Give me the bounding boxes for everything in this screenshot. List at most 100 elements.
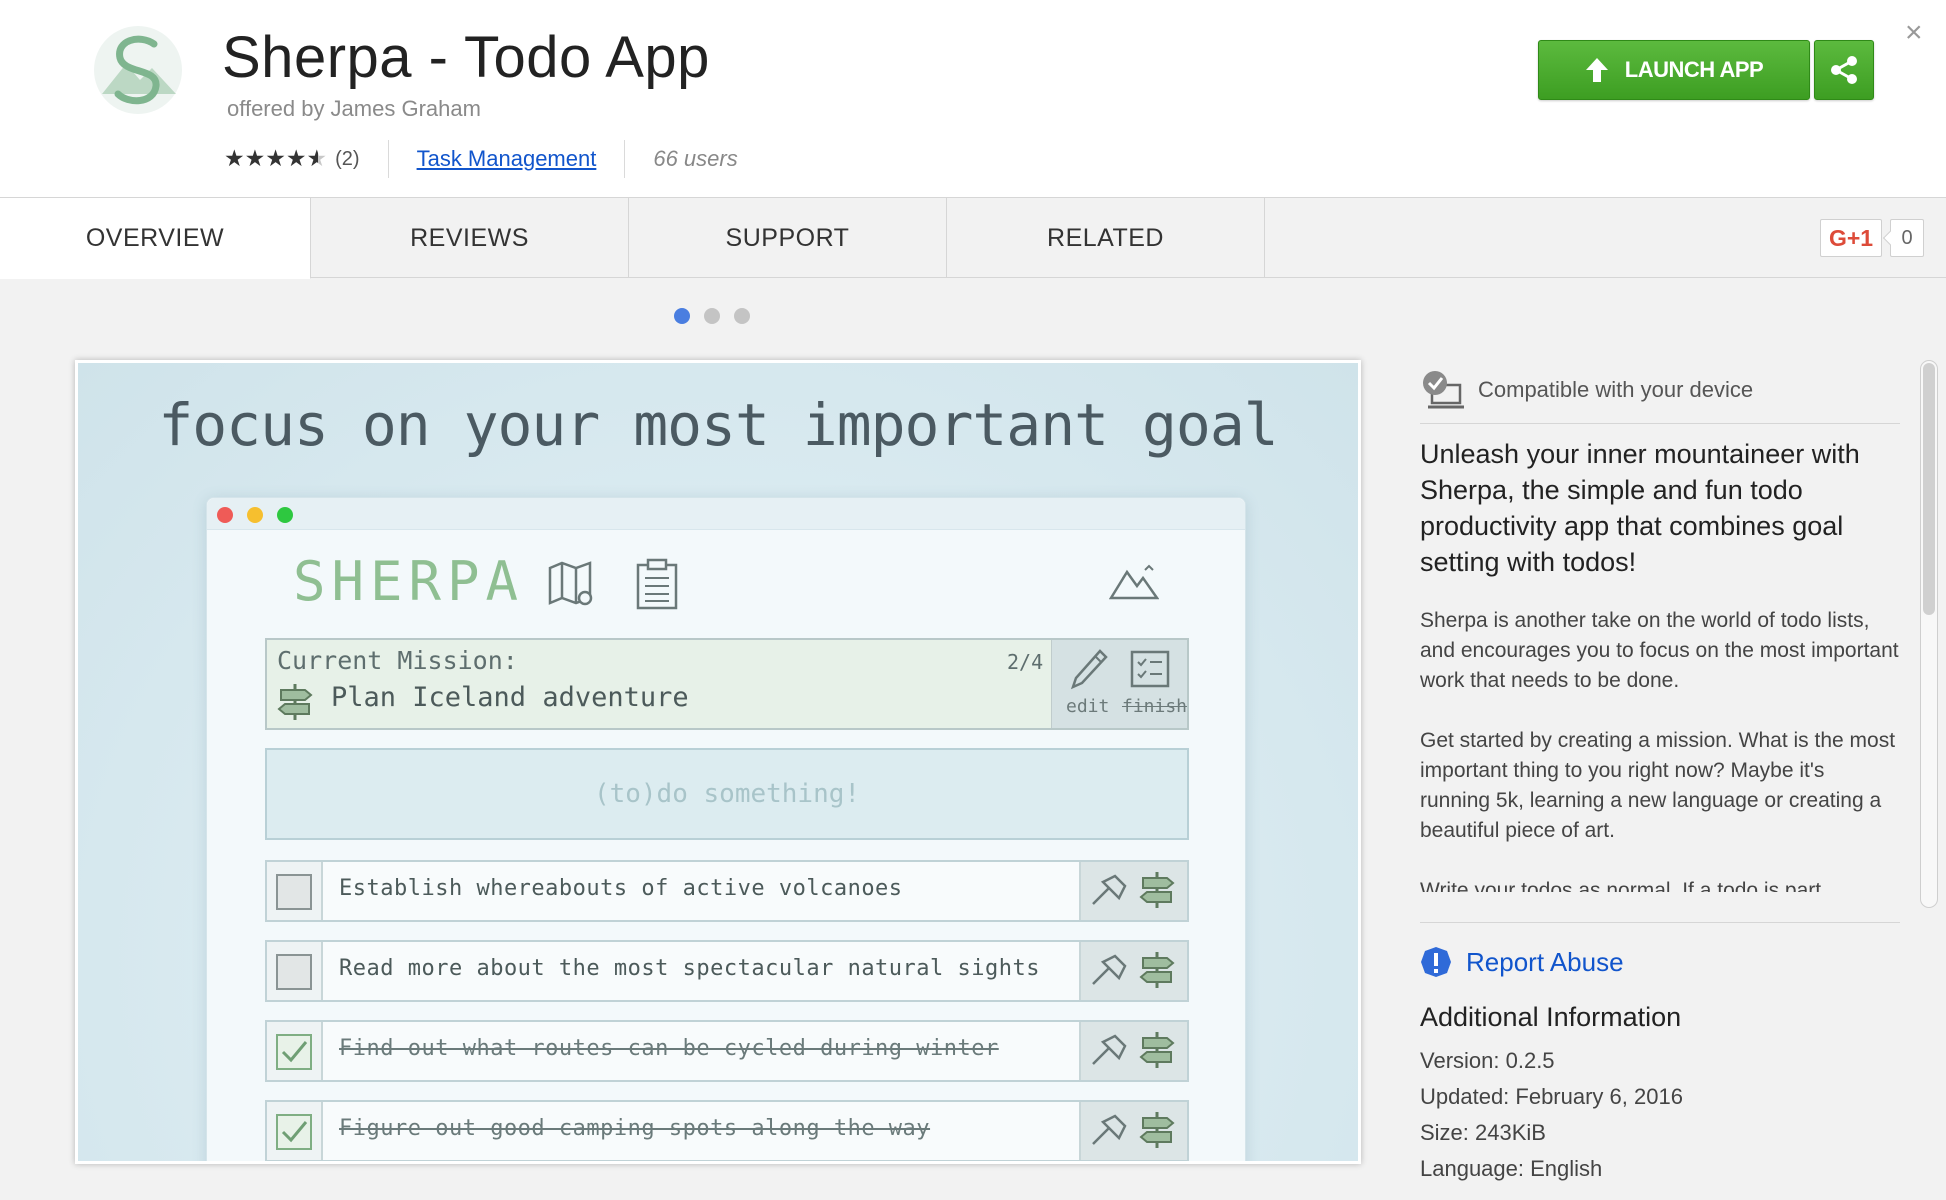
todo-actions	[1079, 1102, 1187, 1160]
todo-row[interactable]: Find out what routes can be cycled durin…	[265, 1020, 1189, 1082]
device-check-icon	[1423, 370, 1464, 408]
star-icon: ★	[265, 145, 286, 172]
todo-actions	[1079, 1022, 1187, 1080]
hammer-icon[interactable]	[1089, 1114, 1127, 1148]
app-logo-icon	[94, 26, 182, 114]
share-icon	[1831, 56, 1857, 84]
tab-reviews[interactable]: REVIEWS	[311, 198, 629, 278]
todo-checkbox-cell	[267, 942, 323, 1000]
tab-support[interactable]: SUPPORT	[629, 198, 947, 278]
user-count: 66 users	[653, 146, 738, 171]
description-paragraph: Get started by creating a mission. What …	[1420, 729, 1896, 842]
todo-text: Establish whereabouts of active volcanoe…	[339, 876, 903, 901]
close-icon[interactable]: ×	[1905, 18, 1923, 48]
carousel-dot-2[interactable]	[704, 308, 720, 324]
version-info: Version: 0.2.5	[1420, 1048, 1555, 1073]
todo-text: Find out what routes can be cycled durin…	[339, 1036, 999, 1061]
check-icon	[281, 1041, 308, 1063]
hammer-icon[interactable]	[1089, 954, 1127, 988]
edit-label[interactable]: edit	[1066, 696, 1109, 717]
carousel-dot-3[interactable]	[734, 308, 750, 324]
sidebar-scrollbar[interactable]	[1920, 360, 1938, 908]
launch-app-label: LAUNCH APP	[1624, 57, 1764, 82]
todo-row[interactable]: Figure out good camping spots along the …	[265, 1100, 1189, 1161]
signpost-icon	[277, 684, 313, 720]
tab-overview[interactable]: OVERVIEW	[0, 198, 311, 279]
todo-actions	[1079, 862, 1187, 920]
mission-actions: edit finish	[1051, 640, 1187, 728]
hammer-icon[interactable]	[1089, 874, 1127, 908]
gplus-widget: G+1 0	[1820, 219, 1924, 257]
alert-icon	[1421, 947, 1451, 977]
mission-label: Current Mission:	[277, 646, 518, 675]
share-button[interactable]	[1814, 40, 1874, 100]
rating-count: (2)	[335, 147, 360, 170]
item-header: Sherpa - Todo App offered by James Graha…	[0, 0, 1946, 198]
divider	[1420, 922, 1900, 923]
todo-actions	[1079, 942, 1187, 1000]
size-info: Size: 243KiB	[1420, 1120, 1546, 1145]
todo-checkbox-checked[interactable]	[276, 1114, 312, 1150]
offered-by: offered by James Graham	[227, 96, 481, 121]
category-link[interactable]: Task Management	[417, 146, 597, 172]
star-icon: ★	[244, 145, 266, 172]
divider	[387, 140, 389, 178]
todo-text: Read more about the most spectacular nat…	[339, 956, 1041, 981]
rating-stars[interactable]: ★ ★ ★ ★ ★ (2)	[224, 145, 360, 172]
compatibility-text: Compatible with your device	[1478, 376, 1754, 402]
star-icon: ★	[224, 145, 245, 172]
signpost-icon[interactable]	[1139, 1110, 1175, 1150]
todo-checkbox-checked[interactable]	[276, 1034, 312, 1070]
gplus-button[interactable]: G+1	[1820, 219, 1882, 257]
map-icon	[548, 561, 593, 606]
signpost-icon[interactable]	[1139, 950, 1175, 990]
window-maximize-dot	[277, 507, 293, 523]
todo-row[interactable]: Establish whereabouts of active volcanoe…	[265, 860, 1189, 922]
star-half-icon: ★	[306, 145, 328, 172]
language-info: Language: English	[1420, 1156, 1603, 1181]
pencil-icon[interactable]	[1070, 648, 1108, 690]
checklist-icon[interactable]	[1130, 650, 1170, 688]
mission-progress: 2/4	[1007, 650, 1044, 674]
meta-row: ★ ★ ★ ★ ★ (2) Task Management 66 users	[224, 140, 738, 178]
star-icon: ★	[285, 145, 307, 172]
todo-checkbox-cell	[267, 862, 323, 920]
description-body: Sherpa is another take on the world of t…	[1420, 606, 1900, 892]
window-close-dot	[217, 507, 233, 523]
signpost-icon[interactable]	[1139, 1030, 1175, 1070]
app-title: Sherpa - Todo App	[222, 25, 710, 90]
compatibility-row: Compatible with your device	[1420, 356, 1900, 424]
scrollbar-thumb[interactable]	[1923, 363, 1935, 615]
upload-arrow-icon	[1585, 58, 1608, 82]
carousel-dot-1[interactable]	[674, 308, 690, 324]
tab-bar: OVERVIEW REVIEWS SUPPORT RELATED G+1 0	[0, 198, 1946, 279]
finish-label[interactable]: finish	[1122, 696, 1187, 717]
hammer-icon[interactable]	[1089, 1034, 1127, 1068]
carousel-dots	[674, 308, 764, 324]
launch-app-button[interactable]: LAUNCH APP	[1538, 40, 1810, 100]
window-minimize-dot	[247, 507, 263, 523]
signpost-icon[interactable]	[1139, 870, 1175, 910]
mock-app-window: SHERPA Current Mission: Plan Iceland adv…	[206, 497, 1246, 1161]
todo-checkbox-cell	[267, 1022, 323, 1080]
additional-info-title: Additional Information	[1420, 1002, 1682, 1032]
mock-titlebar	[207, 498, 1245, 530]
current-mission[interactable]: Current Mission: Plan Iceland adventure …	[265, 638, 1189, 730]
clipboard-icon	[636, 558, 678, 610]
todo-checkbox-cell	[267, 1102, 323, 1160]
tab-related[interactable]: RELATED	[947, 198, 1265, 278]
sherpa-logo: SHERPA	[293, 550, 525, 613]
divider	[624, 140, 626, 178]
description-paragraph: Write your todos as normal. If a todo is…	[1420, 879, 1822, 892]
mission-text: Plan Iceland adventure	[331, 682, 689, 713]
report-abuse-link[interactable]: Report Abuse	[1420, 946, 1624, 978]
description-lead: Unleash your inner mountaineer with Sher…	[1420, 439, 1860, 577]
todo-row[interactable]: Read more about the most spectacular nat…	[265, 940, 1189, 1002]
todo-input[interactable]: (to)do something!	[265, 748, 1189, 840]
todo-checkbox[interactable]	[276, 954, 312, 990]
todo-checkbox[interactable]	[276, 874, 312, 910]
app-screenshot[interactable]: focus on your most important goal SHERPA…	[75, 360, 1361, 1164]
mountain-icon	[1109, 564, 1159, 600]
gplus-count: 0	[1890, 219, 1924, 257]
check-icon	[281, 1121, 308, 1143]
